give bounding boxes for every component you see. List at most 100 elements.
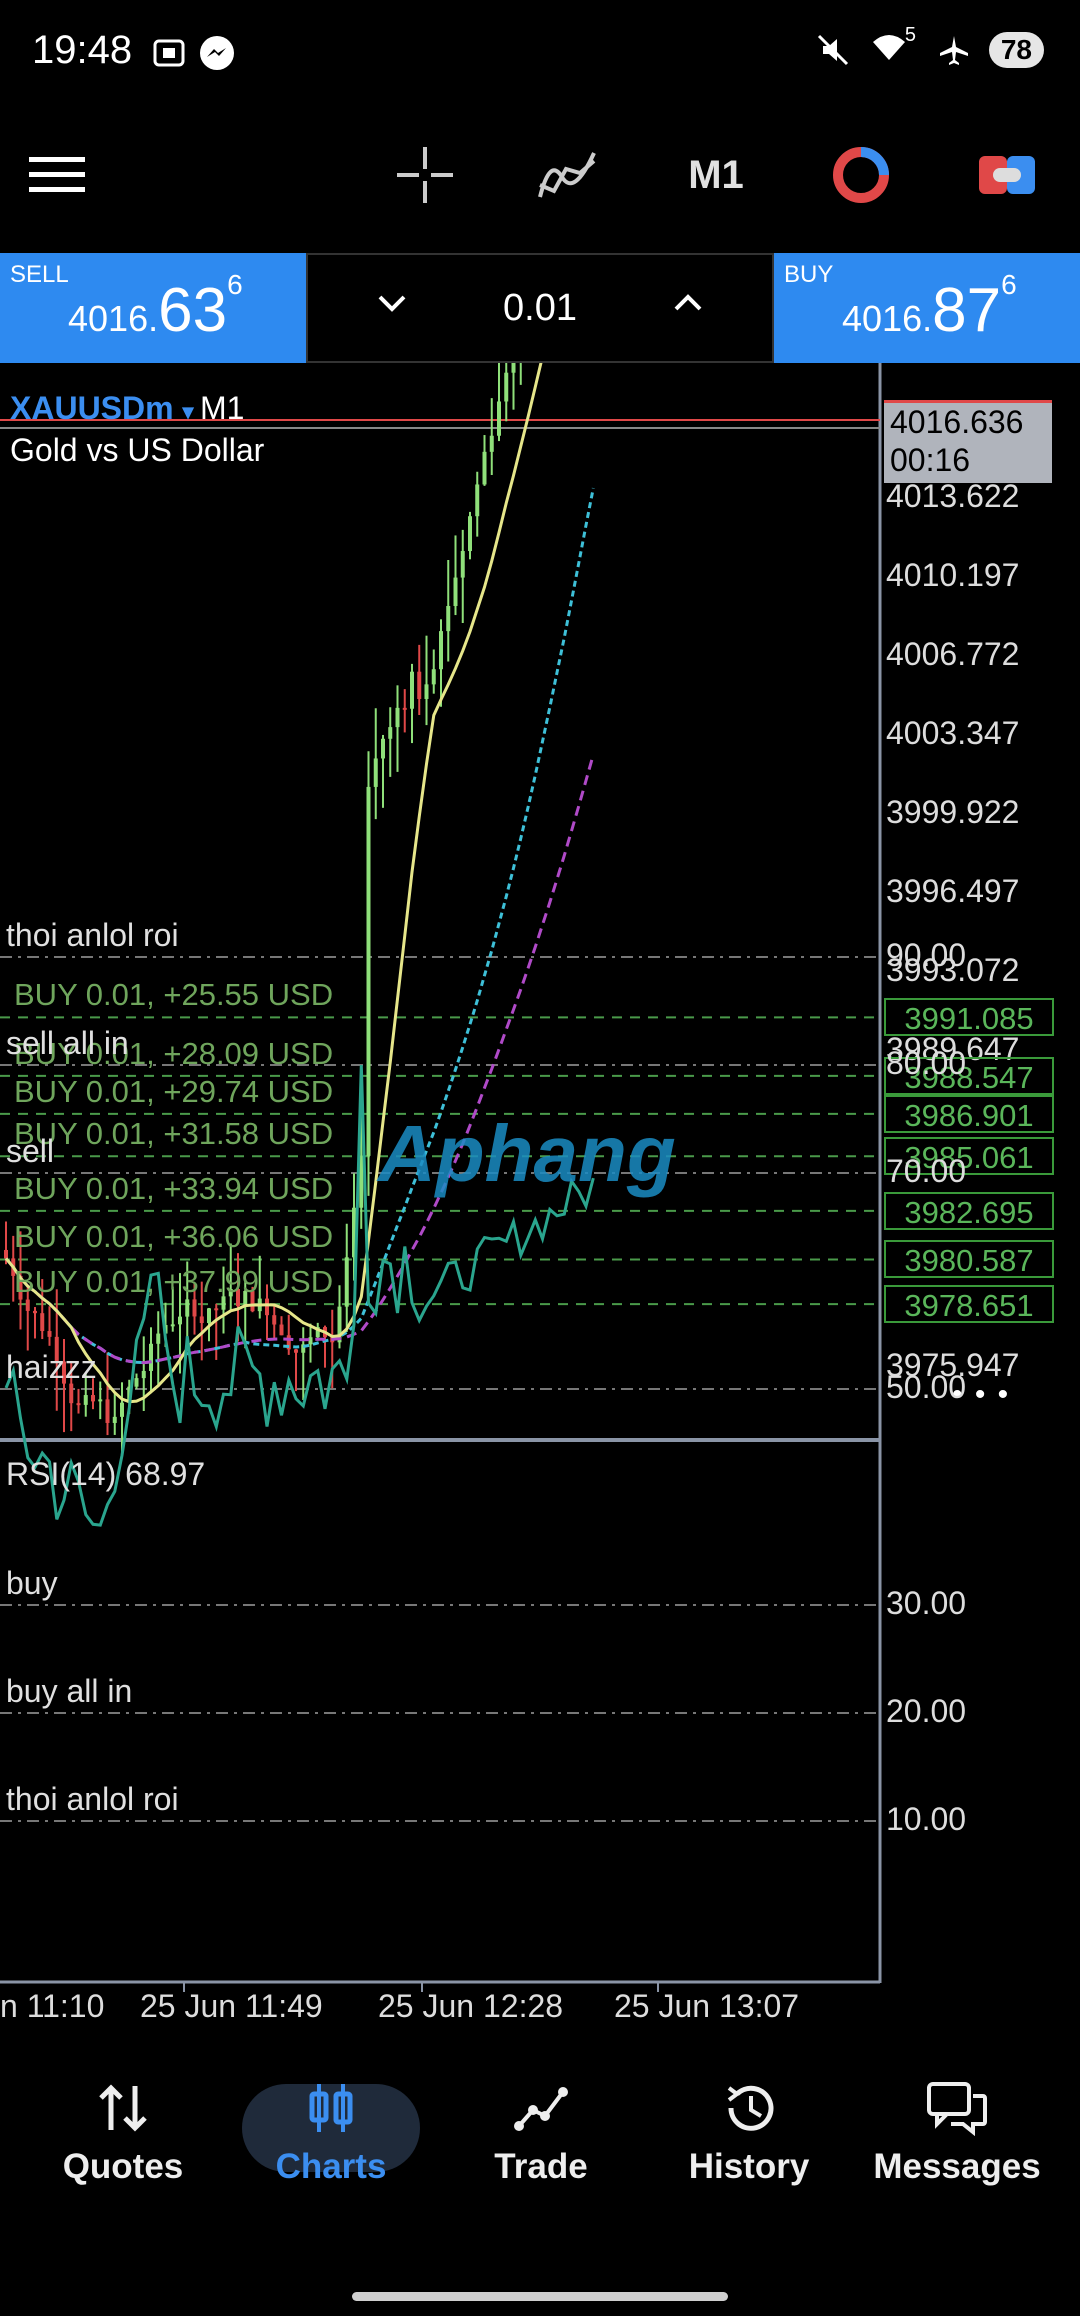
- battery-indicator: 78: [988, 31, 1044, 68]
- nav-messages[interactable]: Messages: [852, 2080, 1062, 2187]
- position-price-tag: 3980.587: [884, 1240, 1054, 1279]
- trade-toggle-icon: [979, 156, 1035, 194]
- chart-description: Gold vs US Dollar: [10, 432, 265, 468]
- time-axis-label: 25 Jun 12:28: [378, 1988, 564, 2024]
- rsi-level-value: 30.00: [886, 1585, 967, 1621]
- position-label[interactable]: BUY 0.01, +29.74 USD: [14, 1074, 333, 1110]
- price-axis-label: 4003.347: [886, 714, 1020, 751]
- nav-charts[interactable]: Charts: [226, 2080, 436, 2187]
- candle-body: [439, 631, 443, 670]
- indicators-icon: [538, 152, 596, 198]
- candle-body: [511, 363, 516, 373]
- rsi-level-value: 90.00: [886, 937, 967, 973]
- price-axis-label: 3999.922: [886, 793, 1020, 830]
- current-price: 4016.636: [890, 404, 1024, 440]
- candle-body: [366, 786, 371, 1156]
- candle-body: [69, 1383, 74, 1404]
- one-click-icon: [833, 147, 889, 203]
- candle-body: [265, 1298, 269, 1316]
- candle-body: [344, 1257, 349, 1307]
- wifi-icon: 5: [869, 24, 916, 69]
- rsi-level-label: buy: [6, 1565, 58, 1601]
- trade-toggle-button[interactable]: [972, 140, 1042, 210]
- sell-button[interactable]: SELL 4016.636: [0, 253, 306, 363]
- rsi-title: RSI(14) 68.97: [6, 1456, 206, 1492]
- position-label[interactable]: BUY 0.01, +33.94 USD: [14, 1171, 333, 1207]
- bar-countdown: 00:16: [890, 442, 971, 478]
- screenshot-icon: [152, 36, 186, 75]
- buy-label: BUY: [784, 261, 834, 288]
- sell-label: SELL: [10, 261, 69, 288]
- timeframe-label: M1: [688, 152, 744, 197]
- nav-charts-label: Charts: [275, 2147, 387, 2186]
- rsi-level-value: 10.00: [886, 1801, 967, 1837]
- candle-body: [453, 577, 458, 607]
- candle-body: [424, 684, 429, 699]
- candle-body: [149, 1343, 153, 1371]
- price-axis-label: 3996.497: [886, 872, 1020, 909]
- mute-icon: [817, 34, 848, 65]
- price-axis-label: 4010.197: [886, 556, 1020, 593]
- nav-history[interactable]: History: [644, 2080, 854, 2187]
- position-label[interactable]: BUY 0.01, +25.55 USD: [14, 977, 333, 1013]
- indicators-button[interactable]: [532, 140, 602, 210]
- candle-body: [279, 1324, 284, 1336]
- airplane-icon: [939, 35, 968, 65]
- candle-body: [468, 516, 472, 552]
- buy-button[interactable]: BUY 4016.876: [774, 253, 1080, 363]
- rsi-level-value: 80.00: [886, 1045, 967, 1081]
- crosshair-button[interactable]: [390, 140, 460, 210]
- chart-symbol[interactable]: XAUUSDm ▾: [10, 390, 194, 427]
- candle-body: [395, 707, 400, 728]
- candle-body: [294, 1349, 298, 1353]
- nav-trade[interactable]: Trade: [436, 2080, 646, 2187]
- candle-body: [446, 606, 451, 632]
- candle-body: [105, 1399, 110, 1423]
- position-label[interactable]: BUY 0.01, +31.58 USD: [14, 1116, 333, 1152]
- watermark: Aphang: [378, 1109, 676, 1198]
- candle-body: [141, 1370, 146, 1379]
- trade-icon: [514, 2087, 568, 2131]
- candle-body: [388, 727, 393, 739]
- candle-body: [417, 671, 422, 699]
- rsi-level-value: 50.00: [886, 1369, 967, 1405]
- position-label[interactable]: BUY 0.01, +36.06 USD: [14, 1219, 333, 1255]
- rsi-level-value: 70.00: [886, 1153, 967, 1189]
- candle-body: [134, 1378, 139, 1387]
- candle-body: [98, 1399, 103, 1402]
- one-click-trading-button[interactable]: [826, 140, 896, 210]
- candle-body: [431, 669, 436, 685]
- hamburger-icon: [29, 157, 85, 192]
- timeframe-button[interactable]: M1: [676, 140, 756, 210]
- lot-increase-button[interactable]: [670, 285, 706, 326]
- rsi-level-label: sell all in: [6, 1025, 129, 1061]
- rsi-level-value: 20.00: [886, 1693, 967, 1729]
- time-axis-label: n 11:10: [0, 1988, 105, 2024]
- candle-body: [112, 1416, 117, 1423]
- candle-body: [178, 1316, 182, 1325]
- candle-body: [120, 1402, 124, 1417]
- position-price-tag: 3982.695: [884, 1191, 1054, 1230]
- nav-trade-label: Trade: [494, 2147, 588, 2186]
- lot-selector: 0.01: [306, 253, 774, 363]
- rsi-level-label: haizzz: [6, 1349, 97, 1385]
- home-indicator[interactable]: [352, 2292, 728, 2301]
- quotes-icon: [99, 2084, 147, 2132]
- candle-body: [373, 758, 378, 787]
- status-time: 19:48: [32, 28, 133, 72]
- rsi-level-label: sell: [6, 1133, 55, 1169]
- history-icon: [727, 2085, 774, 2131]
- position-label[interactable]: BUY 0.01, +37.99 USD: [14, 1264, 333, 1300]
- candle-body: [76, 1403, 81, 1406]
- candle-body: [489, 435, 494, 452]
- candle-body: [475, 484, 480, 517]
- menu-button[interactable]: [22, 140, 92, 210]
- candle-body: [207, 1308, 211, 1324]
- rsi-level-label: thoi anlol roi: [6, 917, 179, 953]
- nav-history-label: History: [688, 2147, 810, 2186]
- candle-body: [504, 372, 509, 402]
- nav-quotes[interactable]: Quotes: [18, 2080, 228, 2187]
- price-axis-label: 4006.772: [886, 635, 1020, 672]
- candle-body: [83, 1395, 88, 1405]
- nav-messages-label: Messages: [873, 2147, 1041, 2186]
